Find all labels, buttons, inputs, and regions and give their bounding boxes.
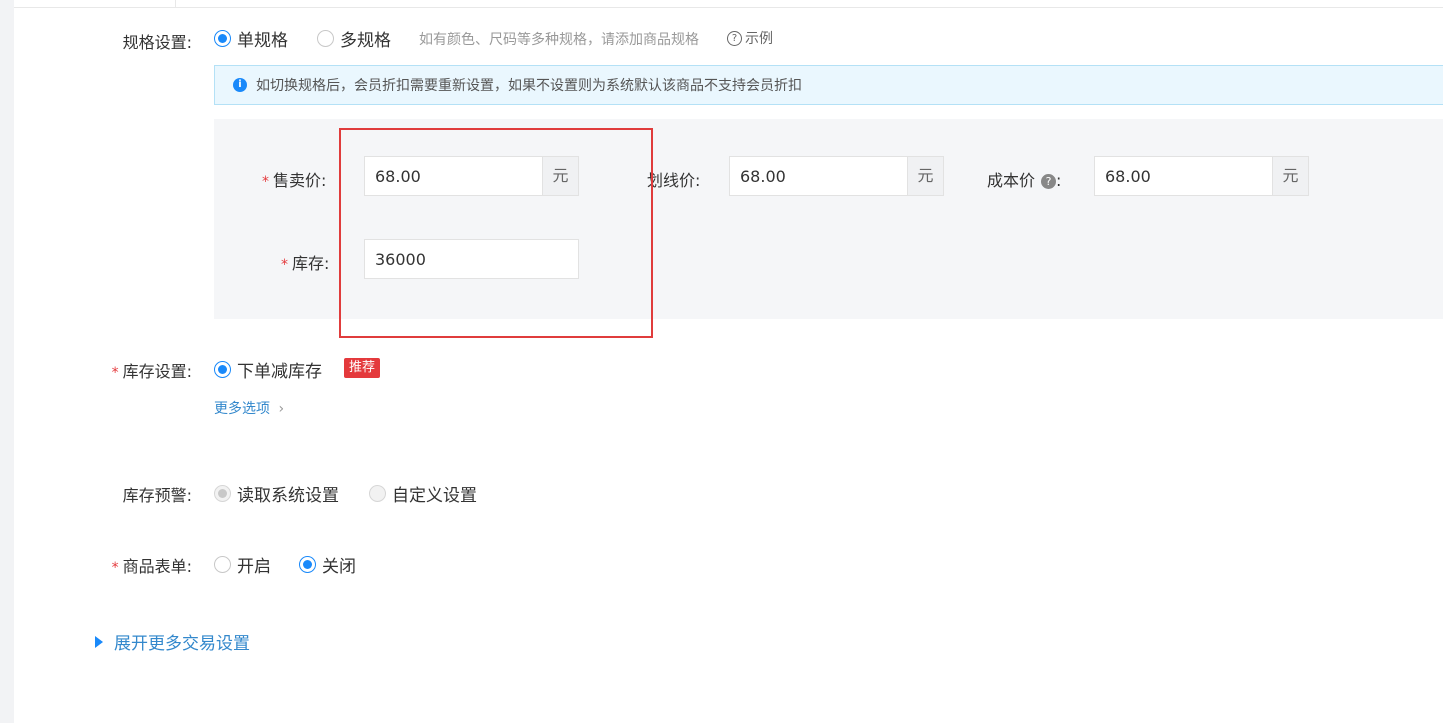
recommend-badge: 推荐 bbox=[344, 358, 381, 378]
price-field: 元 bbox=[364, 156, 579, 196]
expand-more-label: 展开更多交易设置 bbox=[114, 634, 250, 654]
spec-label: 规格设置: bbox=[122, 33, 192, 52]
radio-checked-icon bbox=[214, 361, 231, 378]
required-mark: * bbox=[111, 560, 119, 576]
stock-label: * 库存: bbox=[281, 250, 351, 274]
chevron-right-icon: › bbox=[278, 401, 285, 417]
strike-price-label: 划线价: bbox=[647, 171, 701, 190]
cost-price-input[interactable] bbox=[1094, 156, 1272, 196]
strike-price-field: 元 bbox=[729, 156, 944, 196]
strike-price-unit: 元 bbox=[907, 156, 944, 196]
cost-price-label: 成本价?: bbox=[987, 167, 1061, 191]
cost-price-field: 元 bbox=[1094, 156, 1309, 196]
radio-multi-spec[interactable]: 多规格 bbox=[317, 26, 391, 51]
stock-input[interactable] bbox=[364, 239, 579, 279]
spec-notice-text: 如切换规格后，会员折扣需要重新设置，如果不设置则为系统默认该商品不支持会员折扣 bbox=[256, 78, 802, 94]
strike-price-input[interactable] bbox=[729, 156, 907, 196]
spec-example-link[interactable]: ? 示例 bbox=[727, 28, 773, 48]
price-label-text: 售卖价: bbox=[273, 171, 327, 190]
radio-deduct-on-order-label: 下单减库存 bbox=[237, 362, 322, 382]
inventory-label: * 库存设置: bbox=[96, 358, 192, 382]
cost-price-unit: 元 bbox=[1272, 156, 1309, 196]
info-icon: i bbox=[233, 78, 247, 92]
radio-system-setting[interactable]: 读取系统设置 bbox=[214, 481, 339, 506]
caret-right-icon bbox=[95, 635, 103, 648]
radio-disabled-icon bbox=[369, 485, 386, 502]
radio-form-on-label: 开启 bbox=[237, 557, 271, 577]
price-input[interactable] bbox=[364, 156, 542, 196]
stock-warning-label: 库存预警: bbox=[122, 486, 192, 505]
radio-custom-setting-label: 自定义设置 bbox=[392, 486, 477, 506]
spec-example-label: 示例 bbox=[745, 31, 773, 47]
cost-price-label-text: 成本价 bbox=[987, 171, 1036, 190]
radio-checked-icon bbox=[299, 556, 316, 573]
spec-hint: 如有颜色、尺码等多种规格，请添加商品规格 bbox=[419, 32, 699, 48]
sku-settings-box bbox=[214, 119, 1443, 319]
required-mark: * bbox=[262, 174, 269, 190]
more-options-label: 更多选项 bbox=[214, 401, 270, 417]
radio-form-on[interactable]: 开启 bbox=[214, 552, 271, 577]
radio-checked-icon bbox=[214, 30, 231, 47]
required-mark: * bbox=[111, 365, 119, 381]
cost-price-colon: : bbox=[1056, 171, 1062, 190]
radio-disabled-checked-icon bbox=[214, 485, 231, 502]
radio-single-spec[interactable]: 单规格 bbox=[214, 26, 288, 51]
radio-form-off[interactable]: 关闭 bbox=[299, 552, 356, 577]
product-form-label: * 商品表单: bbox=[96, 553, 192, 577]
stock-field bbox=[364, 239, 579, 279]
expand-more-trade-settings[interactable]: 展开更多交易设置 bbox=[95, 629, 250, 654]
radio-unchecked-icon bbox=[214, 556, 231, 573]
top-divider-left bbox=[14, 0, 176, 8]
radio-form-off-label: 关闭 bbox=[322, 557, 356, 577]
radio-system-setting-label: 读取系统设置 bbox=[237, 486, 339, 506]
question-icon[interactable]: ? bbox=[1041, 174, 1057, 189]
radio-multi-spec-label: 多规格 bbox=[340, 31, 391, 51]
product-form-label-text: 商品表单: bbox=[122, 557, 192, 576]
top-divider bbox=[175, 0, 1443, 8]
price-label: * 售卖价: bbox=[262, 167, 350, 191]
radio-custom-setting[interactable]: 自定义设置 bbox=[369, 481, 477, 506]
price-unit: 元 bbox=[542, 156, 579, 196]
radio-unchecked-icon bbox=[317, 30, 334, 47]
spec-notice: i 如切换规格后，会员折扣需要重新设置，如果不设置则为系统默认该商品不支持会员折… bbox=[214, 65, 1443, 105]
more-options-link[interactable]: 更多选项 › bbox=[214, 398, 284, 418]
radio-single-spec-label: 单规格 bbox=[237, 31, 288, 51]
stock-label-text: 库存: bbox=[292, 254, 330, 273]
inventory-label-text: 库存设置: bbox=[122, 362, 192, 381]
question-circle-icon: ? bbox=[727, 30, 742, 46]
radio-deduct-on-order[interactable]: 下单减库存 bbox=[214, 357, 322, 382]
required-mark: * bbox=[281, 257, 288, 273]
